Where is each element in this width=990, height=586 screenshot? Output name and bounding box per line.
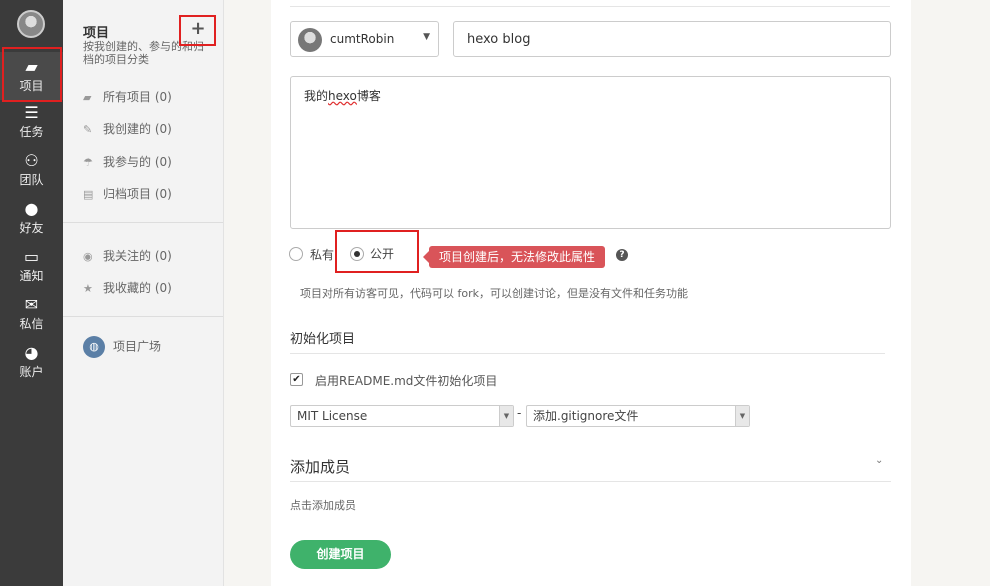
sidebar-item-starred[interactable]: ★ 我收藏的 (0)	[83, 279, 172, 296]
nav-item-account[interactable]: ◕ 账户	[0, 338, 63, 386]
eye-icon: ◉	[83, 250, 93, 263]
divider	[63, 316, 223, 317]
init-section-title: 初始化项目	[290, 332, 356, 347]
nav-label: 账户	[19, 365, 44, 379]
archive-icon: ▤	[83, 188, 94, 201]
visibility-help-text: 项目对所有访客可见，代码可以 fork，可以创建讨论，但是没有文件和任务功能	[300, 287, 688, 300]
members-section-title[interactable]: 添加成员	[290, 456, 350, 477]
project-sidebar: 项目 按我创建的、参与的和归档的项目分类 + ▰ 所有项目 (0) ✎ 我创建的 (…	[63, 0, 224, 586]
edit-icon: ✎	[83, 123, 93, 136]
umbrella-icon: ☂	[83, 156, 93, 169]
team-icon: ⚇	[24, 151, 39, 170]
nav-label: 通知	[19, 269, 44, 283]
readme-label: 启用README.md文件初始化项目	[315, 374, 498, 388]
inbox-icon: ▭	[23, 247, 40, 266]
task-icon: ☰	[24, 103, 39, 122]
description-text: hexo	[328, 89, 357, 103]
sidebar-item-label: 我收藏的 (0)	[103, 281, 172, 295]
user-avatar[interactable]	[17, 10, 45, 38]
nav-item-teams[interactable]: ⚇ 团队	[0, 146, 63, 194]
nav-item-messages[interactable]: ✉ 私信	[0, 290, 63, 338]
sidebar-item-label: 我创建的 (0)	[103, 122, 172, 136]
sidebar-item-label: 项目广场	[113, 339, 162, 354]
sidebar-title: 项目	[83, 26, 110, 41]
readme-checkbox[interactable]: ✔	[290, 373, 303, 386]
friend-icon: ●	[24, 199, 39, 218]
divider	[290, 353, 885, 354]
highlight-box	[335, 230, 419, 273]
gitignore-select[interactable]: 添加.gitignore文件 ▼	[526, 405, 750, 427]
visibility-tooltip: 项目创建后，无法修改此属性	[422, 246, 606, 268]
license-value: MIT License	[297, 409, 368, 423]
description-text: 博客	[356, 89, 381, 103]
nav-label: 任务	[19, 125, 44, 139]
star-icon: ★	[83, 282, 93, 295]
description-text: 我的	[304, 89, 329, 103]
help-icon[interactable]: ?	[616, 249, 628, 261]
nav-label: 私信	[19, 317, 44, 331]
sidebar-item-archived[interactable]: ▤ 归档项目 (0)	[83, 185, 172, 202]
sidebar-item-label: 我关注的 (0)	[103, 249, 172, 263]
dropdown-arrow-icon: ▼	[499, 406, 513, 426]
gitignore-value: 添加.gitignore文件	[533, 409, 639, 423]
sidebar-item-created[interactable]: ✎ 我创建的 (0)	[83, 120, 172, 137]
divider	[290, 481, 891, 482]
divider	[290, 6, 890, 7]
sidebar-item-all[interactable]: ▰ 所有项目 (0)	[83, 88, 172, 105]
highlight-box	[179, 15, 216, 46]
project-name-input[interactable]	[453, 21, 891, 57]
nav-item-notifications[interactable]: ▭ 通知	[0, 242, 63, 290]
folder-icon: ▰	[83, 91, 92, 104]
highlight-box	[2, 47, 62, 102]
sidebar-item-joined[interactable]: ☂ 我参与的 (0)	[83, 153, 172, 170]
nav-item-friends[interactable]: ● 好友	[0, 194, 63, 242]
create-project-button[interactable]: 创建项目	[290, 540, 391, 569]
private-label: 私有	[310, 248, 335, 262]
separator: -	[517, 406, 522, 420]
sidebar-item-label: 所有项目 (0)	[103, 90, 172, 104]
sidebar-item-label: 归档项目 (0)	[103, 187, 172, 201]
divider	[63, 222, 223, 223]
owner-name: cumtRobin	[330, 32, 395, 46]
sidebar-item-following[interactable]: ◉ 我关注的 (0)	[83, 247, 172, 264]
mail-icon: ✉	[24, 295, 39, 314]
private-radio[interactable]	[289, 247, 303, 261]
owner-select[interactable]: cumtRobin ▼	[290, 21, 439, 57]
project-description-textarea[interactable]: 我的hexo博客	[290, 76, 891, 229]
owner-avatar	[298, 28, 322, 52]
sidebar-item-plaza[interactable]: ◍ 项目广场	[83, 336, 161, 358]
add-member-link[interactable]: 点击添加成员	[290, 497, 356, 513]
nav-item-tasks[interactable]: ☰ 任务	[0, 98, 63, 146]
globe-icon: ◍	[83, 336, 105, 358]
dropdown-arrow-icon: ▼	[735, 406, 749, 426]
nav-label: 团队	[19, 173, 44, 187]
license-select[interactable]: MIT License ▼	[290, 405, 514, 427]
caret-down-icon: ▼	[423, 32, 430, 42]
chevron-down-icon[interactable]: ⌄	[875, 455, 883, 466]
new-project-form: cumtRobin ▼ 我的hexo博客 私有 公开 项目创建后，无法修改此属性…	[271, 0, 911, 586]
dashboard-icon: ◕	[24, 343, 39, 362]
sidebar-item-label: 我参与的 (0)	[103, 155, 172, 169]
nav-label: 好友	[19, 221, 44, 235]
